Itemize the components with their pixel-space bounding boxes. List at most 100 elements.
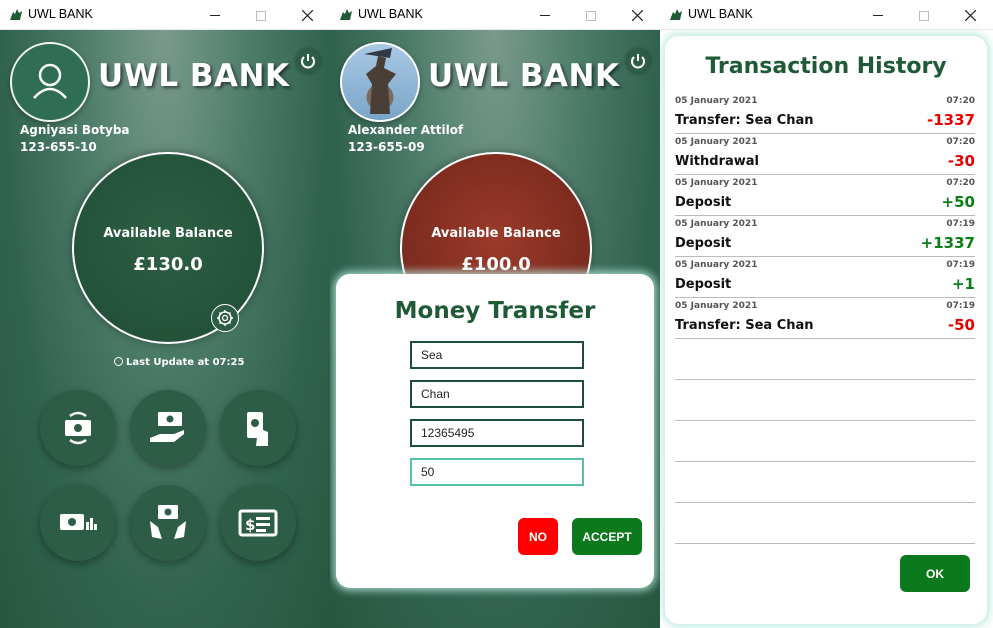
last-name-field[interactable] [410,380,584,408]
bank-title: UWL BANK [428,58,620,94]
empty-row-divider [675,420,975,421]
loan-button[interactable] [130,485,206,561]
account-number: 123-655-10 [20,140,97,154]
transfer-icon [65,411,91,445]
transaction-row[interactable]: 05 January 2021 07:19 Transfer: Sea Chan… [675,298,975,339]
statement-icon: $ [238,509,278,537]
balance-label: Available Balance [103,226,233,241]
title-bar[interactable]: UWL BANK [660,0,993,30]
minimize-button[interactable] [855,0,901,30]
statue-photo-icon [364,48,396,114]
statement-button[interactable]: $ [220,485,296,561]
title-bar[interactable]: UWL BANK [330,0,660,30]
transfer-button[interactable] [40,390,116,466]
tx-date: 05 January 2021 [675,178,758,188]
title-bar[interactable]: UWL BANK [0,0,330,30]
empty-row-divider [675,461,975,462]
balance-label: Available Balance [431,226,561,241]
withdraw-icon [247,412,268,446]
close-button[interactable] [284,0,330,30]
transfer-window: UWL BANK UWL BANK Alexander Attilof 123-… [330,0,660,628]
close-button[interactable] [947,0,993,30]
tx-time: 07:19 [946,301,975,311]
tx-amount: +1337 [920,234,975,252]
empty-row-divider [675,379,975,380]
tx-amount: -50 [947,316,975,334]
tx-description: Deposit [675,236,732,251]
deposit-button[interactable] [130,390,206,466]
money-transfer-dialog: Money Transfer NO ACCEPT [336,274,654,588]
tx-date: 05 January 2021 [675,219,758,229]
window-title: UWL BANK [28,7,93,21]
power-icon [301,54,315,69]
tx-time: 07:20 [946,137,975,147]
svg-text:$: $ [245,516,255,534]
tx-time: 07:19 [946,219,975,229]
balance-value: £100.0 [461,254,531,275]
transaction-row[interactable]: 05 January 2021 07:20 Withdrawal -30 [675,134,975,175]
account-number: 123-655-09 [348,140,425,154]
maximize-button[interactable] [901,0,947,30]
minimize-button[interactable] [192,0,238,30]
last-update-text: Last Update at 07:25 [126,357,245,368]
tx-description: Transfer: Sea Chan [675,113,814,128]
tx-time: 07:19 [946,260,975,270]
tx-date: 05 January 2021 [675,260,758,270]
avatar[interactable] [10,42,90,122]
balance-value: £130.0 [133,254,203,275]
loan-icon [150,505,186,539]
transaction-row[interactable]: 05 January 2021 07:19 Deposit +1 [675,257,975,298]
user-name: Alexander Attilof [348,123,464,137]
accept-button[interactable]: ACCEPT [572,518,642,555]
transaction-row[interactable]: 05 January 2021 07:20 Deposit +50 [675,175,975,216]
close-button[interactable] [614,0,660,30]
bank-title: UWL BANK [98,58,290,94]
gear-icon [217,310,233,326]
deposit-icon [150,412,184,442]
last-update: Last Update at 07:25 [114,357,244,368]
transaction-row[interactable]: 05 January 2021 07:20 Transfer: Sea Chan… [675,93,975,134]
tx-amount: +1 [951,275,975,293]
history-window: UWL BANK Transaction History 05 January … [660,0,993,628]
tx-description: Deposit [675,277,732,292]
user-name: Agniyasi Botyba [20,123,130,137]
tx-description: Withdrawal [675,154,759,169]
withdraw-button[interactable] [220,390,296,466]
savings-icon [60,514,97,530]
maximize-button[interactable] [238,0,284,30]
tx-time: 07:20 [946,96,975,106]
minimize-button[interactable] [522,0,568,30]
history-title: Transaction History [705,54,947,79]
app-logo-icon [10,9,22,20]
savings-button[interactable] [40,485,116,561]
tx-amount: -30 [947,152,975,170]
account-number-field[interactable] [410,419,584,447]
tx-date: 05 January 2021 [675,301,758,311]
tx-amount: -1337 [927,111,975,129]
tx-time: 07:20 [946,178,975,188]
app-logo-icon [670,9,682,20]
user-icon [33,63,67,99]
empty-row-divider [675,543,975,544]
transaction-row[interactable]: 05 January 2021 07:19 Deposit +1337 [675,216,975,257]
power-button[interactable] [296,49,320,73]
amount-field[interactable] [410,458,584,486]
maximize-button[interactable] [568,0,614,30]
tx-description: Transfer: Sea Chan [675,318,814,333]
settings-button[interactable] [211,304,239,332]
transaction-history-panel: Transaction History 05 January 2021 07:2… [665,36,987,624]
avatar-photo[interactable] [340,42,420,122]
first-name-field[interactable] [410,341,584,369]
no-button[interactable]: NO [518,518,558,555]
dialog-title: Money Transfer [394,298,596,324]
main-window: UWL BANK UWL BANK Agniyasi Botyba 123-65… [0,0,330,628]
window-title: UWL BANK [358,7,423,21]
power-icon [631,54,645,69]
app-logo-icon [340,9,352,20]
power-button[interactable] [626,49,650,73]
refresh-icon [114,357,123,366]
ok-button[interactable]: OK [900,555,970,592]
tx-description: Deposit [675,195,732,210]
tx-amount: +50 [941,193,975,211]
window-title: UWL BANK [688,7,753,21]
